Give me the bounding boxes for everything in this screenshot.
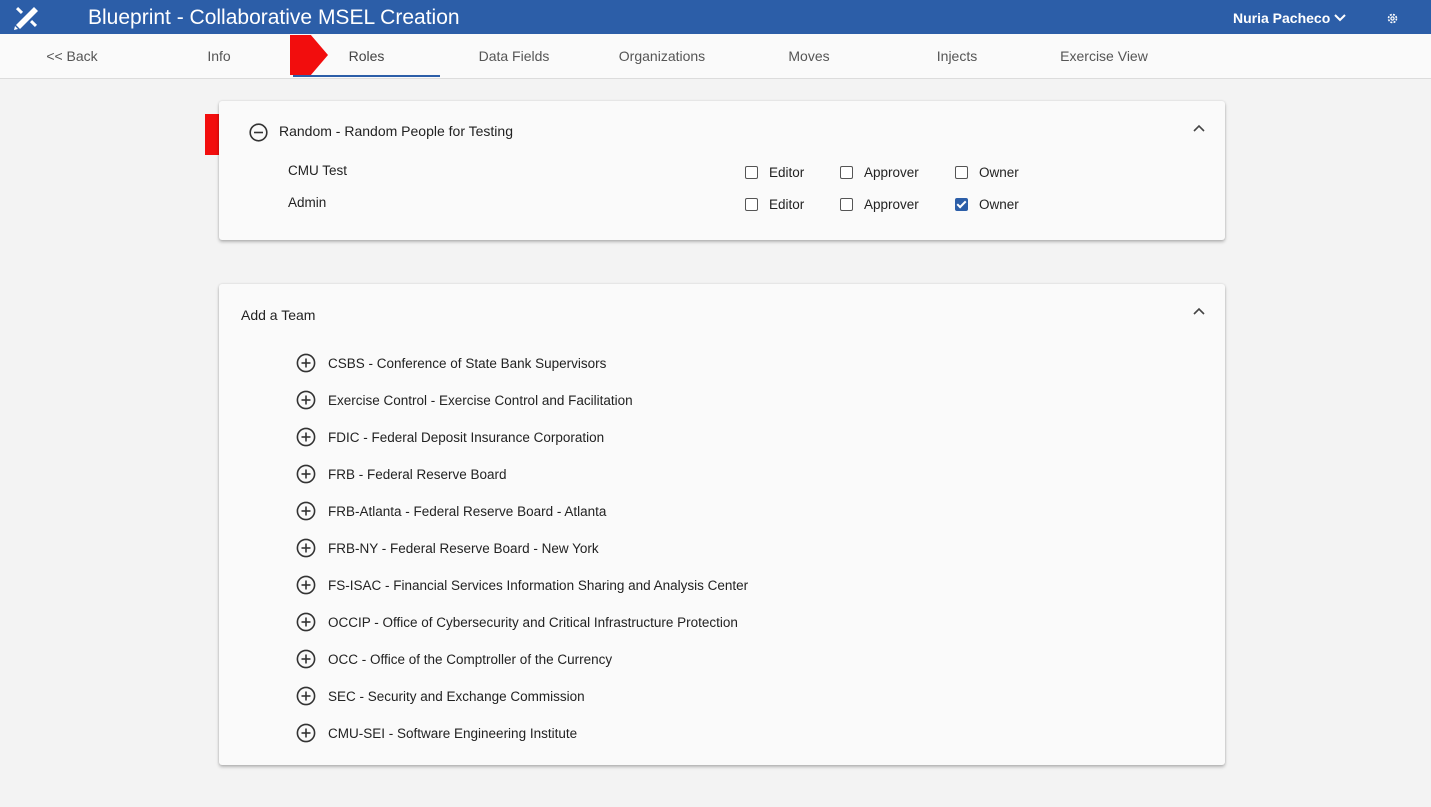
- add-team-row[interactable]: Exercise Control - Exercise Control and …: [296, 390, 633, 410]
- checkbox-box: [840, 198, 853, 211]
- owner-checkbox[interactable]: Owner: [955, 197, 1019, 212]
- add-team-row[interactable]: CMU-SEI - Software Engineering Institute: [296, 723, 577, 743]
- add-circle-icon[interactable]: [296, 538, 316, 558]
- role-name: CMU Test: [288, 163, 348, 178]
- team-label: FRB-Atlanta - Federal Reserve Board - At…: [328, 503, 607, 519]
- add-circle-icon[interactable]: [296, 353, 316, 373]
- editor-checkbox[interactable]: Editor: [745, 165, 804, 180]
- team-label: SEC - Security and Exchange Commission: [328, 688, 585, 704]
- team-label: CSBS - Conference of State Bank Supervis…: [328, 355, 607, 371]
- gear-icon[interactable]: [1386, 12, 1399, 25]
- role-name: Admin: [288, 195, 327, 210]
- tab-data-fields[interactable]: Data Fields: [470, 34, 558, 78]
- active-tab-indicator: [293, 75, 440, 77]
- chevron-up-icon[interactable]: [1192, 307, 1206, 316]
- add-circle-icon[interactable]: [296, 501, 316, 521]
- team-label: FRB - Federal Reserve Board: [328, 466, 507, 482]
- add-team-row[interactable]: CSBS - Conference of State Bank Supervis…: [296, 353, 606, 373]
- checkbox-box: [840, 166, 853, 179]
- team-label: Exercise Control - Exercise Control and …: [328, 392, 633, 408]
- user-menu[interactable]: Nuria Pacheco: [1233, 10, 1346, 26]
- checkbox-label: Approver: [864, 197, 919, 212]
- editor-checkbox[interactable]: Editor: [745, 197, 804, 212]
- add-team-row[interactable]: FRB-Atlanta - Federal Reserve Board - At…: [296, 501, 606, 521]
- add-circle-icon[interactable]: [296, 427, 316, 447]
- remove-team-icon[interactable]: [249, 123, 268, 142]
- checkbox-box-checked: [955, 198, 968, 211]
- team-label: FDIC - Federal Deposit Insurance Corpora…: [328, 429, 605, 445]
- user-name: Nuria Pacheco: [1233, 10, 1331, 26]
- add-team-row[interactable]: OCCIP - Office of Cybersecurity and Crit…: [296, 612, 738, 632]
- checkbox-label: Owner: [979, 165, 1019, 180]
- owner-checkbox[interactable]: Owner: [955, 165, 1019, 180]
- add-team-row[interactable]: FDIC - Federal Deposit Insurance Corpora…: [296, 427, 604, 447]
- tab-bar: << Back Info Roles Data Fields Organizat…: [0, 34, 1431, 79]
- checkbox-label: Editor: [769, 165, 805, 180]
- team-roles-card: Random - Random People for Testing CMU T…: [219, 101, 1225, 240]
- add-circle-icon[interactable]: [296, 575, 316, 595]
- add-circle-icon[interactable]: [296, 649, 316, 669]
- app-title: Blueprint - Collaborative MSEL Creation: [88, 6, 460, 29]
- tab-injects[interactable]: Injects: [927, 34, 987, 78]
- checkbox-label: Approver: [864, 165, 919, 180]
- pencil-ruler-icon[interactable]: [13, 4, 41, 30]
- team-label: FS-ISAC - Financial Services Information…: [328, 577, 749, 593]
- add-circle-icon[interactable]: [296, 723, 316, 743]
- app-header: Blueprint - Collaborative MSEL Creation …: [0, 0, 1431, 34]
- team-label: CMU-SEI - Software Engineering Institute: [328, 725, 578, 741]
- chevron-down-icon: [1334, 14, 1346, 22]
- add-team-row[interactable]: FRB - Federal Reserve Board: [296, 464, 507, 484]
- tab-moves[interactable]: Moves: [780, 34, 838, 78]
- team-title: Random - Random People for Testing: [279, 123, 513, 139]
- add-circle-icon[interactable]: [296, 390, 316, 410]
- checkbox-box: [745, 166, 758, 179]
- checkbox-label: Owner: [979, 197, 1019, 212]
- team-label: FRB-NY - Federal Reserve Board - New Yor…: [328, 540, 599, 556]
- tab-exercise-view[interactable]: Exercise View: [1057, 34, 1151, 78]
- checkbox-box: [745, 198, 758, 211]
- add-circle-icon[interactable]: [296, 464, 316, 484]
- team-label: OCCIP - Office of Cybersecurity and Crit…: [328, 614, 738, 630]
- approver-checkbox[interactable]: Approver: [840, 165, 919, 180]
- tab-back[interactable]: << Back: [40, 34, 104, 78]
- checkbox-label: Editor: [769, 197, 805, 212]
- add-team-row[interactable]: SEC - Security and Exchange Commission: [296, 686, 585, 706]
- add-team-row[interactable]: FS-ISAC - Financial Services Information…: [296, 575, 748, 595]
- add-circle-icon[interactable]: [296, 612, 316, 632]
- tab-info[interactable]: Info: [190, 34, 248, 78]
- tab-organizations[interactable]: Organizations: [612, 34, 712, 78]
- add-team-row[interactable]: FRB-NY - Federal Reserve Board - New Yor…: [296, 538, 599, 558]
- approver-checkbox[interactable]: Approver: [840, 197, 919, 212]
- chevron-up-icon[interactable]: [1192, 124, 1206, 133]
- checkbox-box: [955, 166, 968, 179]
- add-circle-icon[interactable]: [296, 686, 316, 706]
- add-team-row[interactable]: OCC - Office of the Comptroller of the C…: [296, 649, 612, 669]
- team-label: OCC - Office of the Comptroller of the C…: [328, 651, 613, 667]
- add-team-title: Add a Team: [241, 307, 316, 323]
